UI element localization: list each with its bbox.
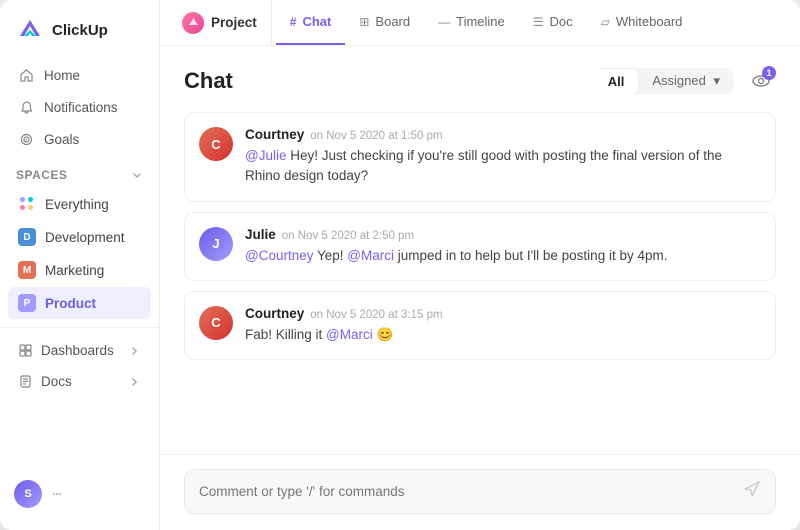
- chat-header: Chat All Assigned ▾ 1: [184, 66, 776, 96]
- avatar-courtney2: C: [199, 306, 233, 340]
- development-dot: D: [18, 228, 36, 246]
- send-icon[interactable]: [743, 480, 761, 503]
- top-nav: Project # Chat ⊞ Board — Timeline ☰ Doc: [160, 0, 800, 46]
- spaces-list: Everything D Development M Marketing P P…: [0, 188, 159, 319]
- notification-button[interactable]: 1: [746, 66, 776, 96]
- message-body: Julie on Nov 5 2020 at 2:50 pm @Courtney…: [245, 227, 759, 266]
- sidebar: ClickUp Home Notifications Goals: [0, 0, 160, 530]
- message-text: @Courtney Yep! @Marci jumped in to help …: [245, 246, 759, 266]
- message-time: on Nov 5 2020 at 2:50 pm: [282, 230, 414, 242]
- mention[interactable]: @Marci: [326, 327, 373, 342]
- notification-badge: 1: [762, 66, 776, 80]
- tab-timeline[interactable]: — Timeline: [424, 0, 519, 45]
- comment-input-wrapper: [184, 469, 776, 514]
- comment-area: [160, 454, 800, 530]
- spaces-section-label: Spaces: [0, 154, 159, 188]
- board-icon: ⊞: [359, 15, 369, 29]
- sidebar-item-docs[interactable]: Docs: [8, 367, 151, 396]
- mention2[interactable]: @Marci: [347, 248, 394, 263]
- comment-input[interactable]: [199, 484, 733, 499]
- project-icon: [182, 12, 204, 34]
- message-body: Courtney on Nov 5 2020 at 3:15 pm Fab! K…: [245, 306, 759, 345]
- chat-header-right: All Assigned ▾ 1: [594, 66, 776, 96]
- tab-board[interactable]: ⊞ Board: [345, 0, 424, 45]
- bell-icon: [18, 99, 34, 115]
- user-avatar-row: S: [0, 470, 159, 518]
- chat-area: Chat All Assigned ▾ 1: [160, 46, 800, 454]
- logo: ClickUp: [0, 16, 159, 60]
- sidebar-item-everything[interactable]: Everything: [8, 188, 151, 220]
- filter-assigned-button[interactable]: Assigned ▾: [638, 68, 734, 94]
- tab-whiteboard[interactable]: ▱ Whiteboard: [587, 0, 697, 45]
- sidebar-item-home[interactable]: Home: [8, 60, 151, 90]
- sidebar-bottom: Dashboards Docs: [0, 327, 159, 396]
- marketing-dot: M: [18, 261, 36, 279]
- mention[interactable]: @Julie: [245, 148, 286, 163]
- user-menu-icon[interactable]: [50, 487, 64, 501]
- message-author: Julie: [245, 227, 276, 242]
- message-text: @Julie Hey! Just checking if you're stil…: [245, 146, 759, 187]
- product-dot: P: [18, 294, 36, 312]
- message-author: Courtney: [245, 306, 304, 321]
- logo-text: ClickUp: [52, 22, 108, 39]
- clickup-logo-icon: [16, 16, 44, 44]
- message-meta: Courtney on Nov 5 2020 at 1:50 pm: [245, 127, 759, 142]
- chevron-right-icon: [129, 345, 141, 357]
- app-window: ClickUp Home Notifications Goals: [0, 0, 800, 530]
- sidebar-nav: Home Notifications Goals: [0, 60, 159, 154]
- main-content: Project # Chat ⊞ Board — Timeline ☰ Doc: [160, 0, 800, 530]
- message-card: C Courtney on Nov 5 2020 at 1:50 pm @Jul…: [184, 112, 776, 202]
- project-tab[interactable]: Project: [176, 0, 272, 45]
- assigned-chevron-icon: ▾: [713, 73, 720, 88]
- message-body: Courtney on Nov 5 2020 at 1:50 pm @Julie…: [245, 127, 759, 187]
- doc-icon: ☰: [533, 15, 544, 29]
- message-time: on Nov 5 2020 at 1:50 pm: [310, 130, 442, 142]
- tab-doc[interactable]: ☰ Doc: [519, 0, 587, 45]
- home-icon: [18, 67, 34, 83]
- docs-icon: [18, 374, 33, 389]
- message-author: Courtney: [245, 127, 304, 142]
- nav-tabs: # Chat ⊞ Board — Timeline ☰ Doc ▱ Whit: [276, 0, 697, 45]
- dashboard-icon: [18, 343, 33, 358]
- message-card: C Courtney on Nov 5 2020 at 3:15 pm Fab!…: [184, 291, 776, 360]
- avatar-julie: J: [199, 227, 233, 261]
- sidebar-item-marketing[interactable]: M Marketing: [8, 254, 151, 286]
- target-icon: [18, 131, 34, 147]
- sidebar-item-notifications[interactable]: Notifications: [8, 92, 151, 122]
- message-text: Fab! Killing it @Marci 😊: [245, 325, 759, 345]
- sidebar-item-dashboards[interactable]: Dashboards: [8, 336, 151, 365]
- hash-icon: #: [290, 15, 297, 29]
- user-avatar[interactable]: S: [14, 480, 42, 508]
- mention[interactable]: @Courtney: [245, 248, 313, 263]
- message-meta: Julie on Nov 5 2020 at 2:50 pm: [245, 227, 759, 242]
- avatar-courtney: C: [199, 127, 233, 161]
- messages-list: C Courtney on Nov 5 2020 at 1:50 pm @Jul…: [184, 112, 776, 454]
- everything-icon: [18, 195, 36, 213]
- sidebar-item-goals[interactable]: Goals: [8, 124, 151, 154]
- sidebar-item-development[interactable]: D Development: [8, 221, 151, 253]
- message-time: on Nov 5 2020 at 3:15 pm: [310, 309, 442, 321]
- filter-buttons: All Assigned ▾: [594, 68, 734, 94]
- chat-title: Chat: [184, 68, 233, 94]
- message-meta: Courtney on Nov 5 2020 at 3:15 pm: [245, 306, 759, 321]
- chevron-down-icon: [131, 169, 143, 181]
- sidebar-item-product[interactable]: P Product: [8, 287, 151, 319]
- whiteboard-icon: ▱: [601, 15, 610, 29]
- timeline-icon: —: [438, 15, 450, 29]
- tab-chat[interactable]: # Chat: [276, 0, 346, 45]
- chevron-right-docs-icon: [129, 376, 141, 388]
- filter-all-button[interactable]: All: [594, 69, 639, 94]
- message-card: J Julie on Nov 5 2020 at 2:50 pm @Courtn…: [184, 212, 776, 281]
